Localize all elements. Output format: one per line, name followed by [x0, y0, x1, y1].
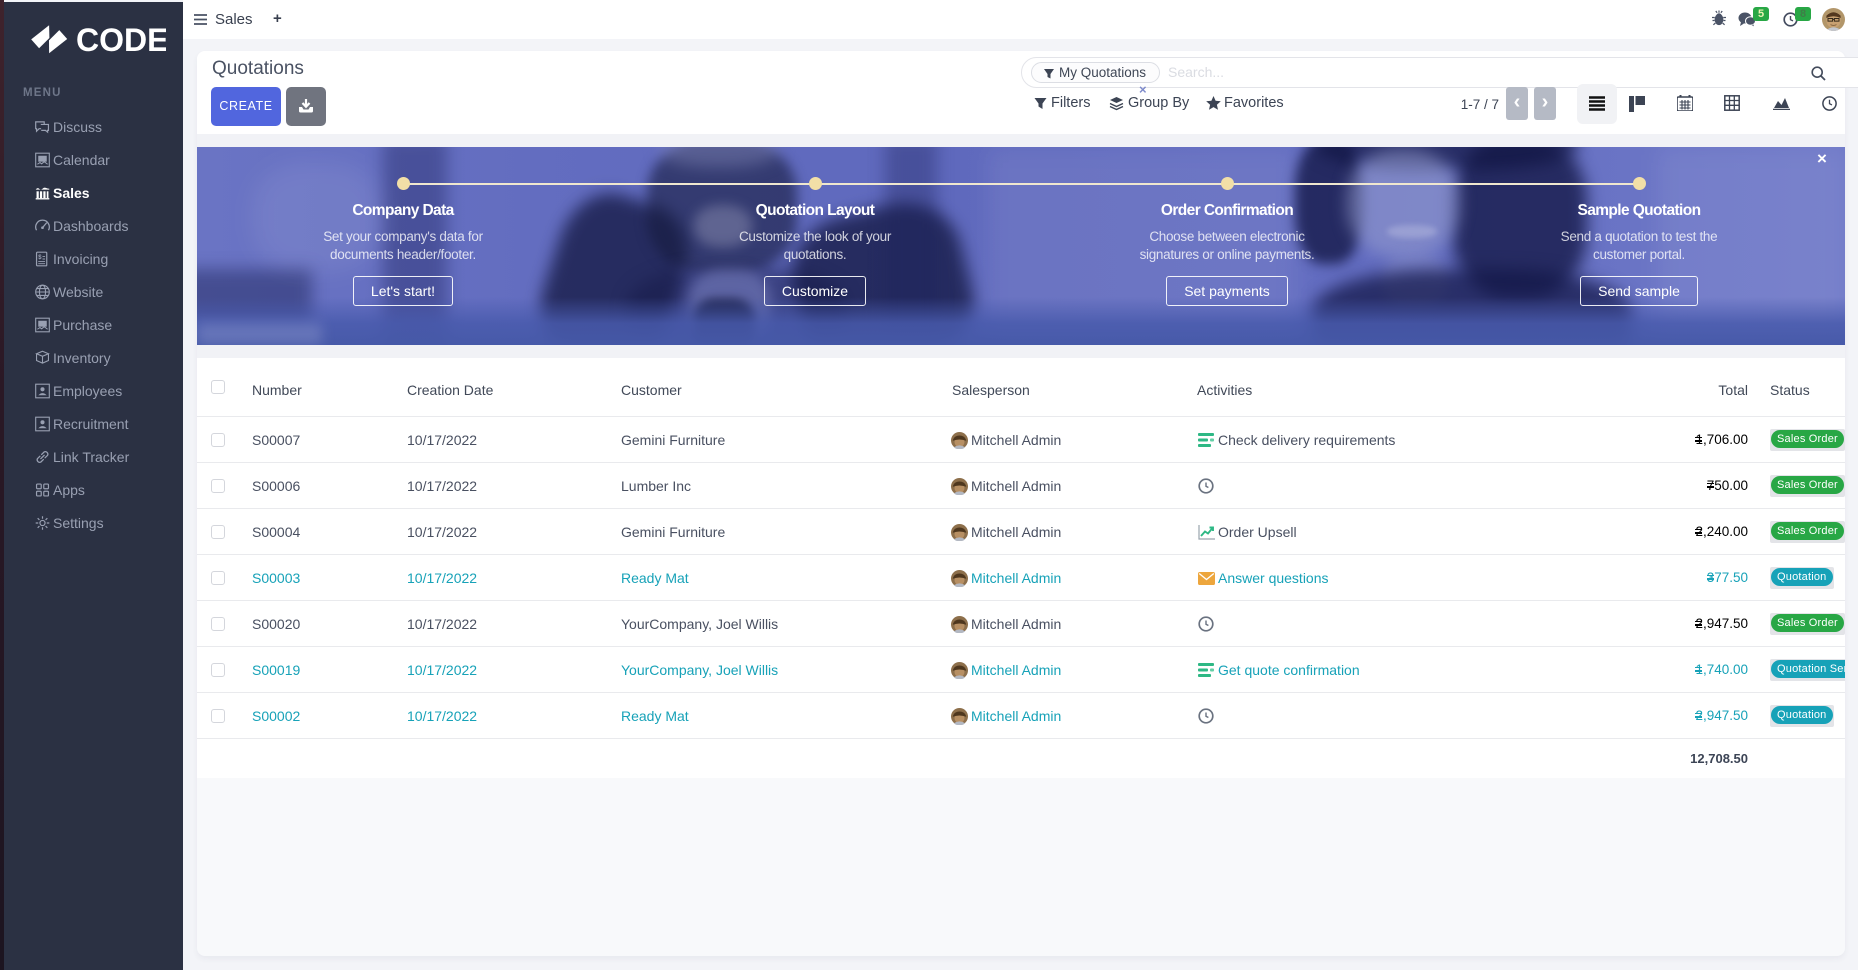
svg-text:CODE: CODE — [76, 22, 166, 58]
svg-text:$: $ — [38, 255, 42, 261]
